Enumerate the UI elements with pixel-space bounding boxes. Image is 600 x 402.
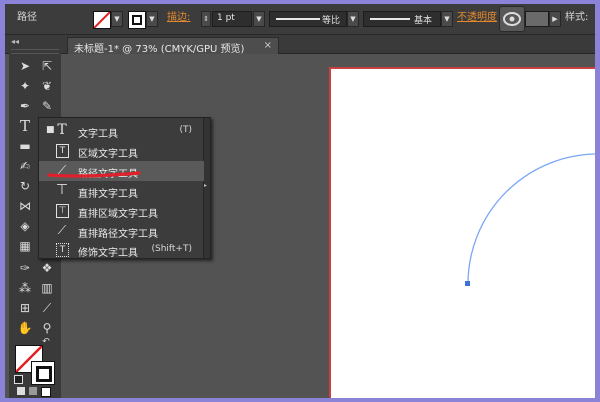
vertical-area-type-tool-icon: ⊤ xyxy=(56,204,69,218)
fill-swatch[interactable] xyxy=(93,11,111,29)
symbol-sprayer-tool-icon[interactable]: ⁂ xyxy=(15,279,35,297)
type-tool-icon: T xyxy=(57,122,67,138)
vertical-type-on-path-tool-icon: ⟋ xyxy=(57,223,67,237)
document-tab[interactable]: 未标题-1* @ 73% (CMYK/GPU 预览) × xyxy=(67,37,279,55)
blend-tool-icon[interactable]: ❖ xyxy=(37,259,57,277)
flyout-item-touch-type-tool[interactable]: T 修饰文字工具 (Shift+T) xyxy=(39,240,204,260)
selection-type-label: 路径 xyxy=(17,12,37,23)
opacity-label[interactable]: 不透明度 xyxy=(457,12,497,24)
shape-builder-tool-icon[interactable]: ◈ xyxy=(15,217,35,235)
color-mode-buttons[interactable] xyxy=(17,387,57,397)
arc-path xyxy=(467,153,595,285)
type-tool-icon[interactable]: T xyxy=(15,117,35,135)
flyout-tearoff-bar[interactable]: ▸ xyxy=(203,118,210,258)
red-underline-annotation xyxy=(47,171,141,178)
flyout-item-vertical-type-tool[interactable]: ⊤ 直排文字工具 xyxy=(39,181,204,201)
perspective-grid-tool-icon[interactable]: ▦ xyxy=(15,237,35,255)
stroke-swatch[interactable] xyxy=(128,11,146,29)
flyout-item-vertical-area-type-tool[interactable]: ⊤ 直排区域文字工具 xyxy=(39,201,204,221)
stroke-weight-input[interactable]: 1 pt xyxy=(212,11,252,27)
opacity-input[interactable] xyxy=(525,11,549,27)
stroke-label[interactable]: 描边: xyxy=(167,12,190,24)
paintbrush-tool-icon[interactable]: ✍ xyxy=(15,157,35,175)
profile-line xyxy=(276,18,320,20)
panel-grip xyxy=(11,49,59,54)
artboard-tool-icon[interactable]: ⊞ xyxy=(15,299,35,317)
flyout-item-vertical-type-on-path-tool[interactable]: ⟋ 直排路径文字工具 xyxy=(39,221,204,241)
canvas-svg xyxy=(465,153,595,286)
zoom-tool-icon[interactable]: ⚲ xyxy=(37,319,57,337)
none-fill-icon xyxy=(94,12,110,28)
variable-width-profile-select[interactable]: 等比 xyxy=(269,11,347,27)
magic-wand-tool-icon[interactable]: ✦ xyxy=(15,77,35,95)
stroke-weight-stepper[interactable]: ⇕ xyxy=(201,11,211,27)
swap-colors-icon[interactable]: ↶ xyxy=(39,337,53,347)
pen-tool-icon[interactable]: ✒ xyxy=(15,97,35,115)
illustrator-window: 路径 ▼ ▼ 描边: ⇕ 1 pt ▼ 等比 ▼ 基本 ▼ 不透明度 ▶ 样式:… xyxy=(5,4,595,398)
eyedropper-tool-icon[interactable]: ✑ xyxy=(15,259,35,277)
slice-tool-icon[interactable]: ⟋ xyxy=(37,299,57,317)
creative-cloud-icon[interactable] xyxy=(499,6,525,32)
document-tab-title: 未标题-1* @ 73% (CMYK/GPU 预览) xyxy=(74,44,245,55)
fill-dropdown-button[interactable]: ▼ xyxy=(111,11,123,27)
rectangle-tool-icon[interactable]: ▬ xyxy=(15,137,35,155)
area-type-tool-icon: T xyxy=(56,144,69,158)
profile-dropdown-button[interactable]: ▼ xyxy=(347,11,359,27)
flyout-item-area-type-tool[interactable]: T 区域文字工具 xyxy=(39,141,204,161)
stroke-weight-dropdown[interactable]: ▼ xyxy=(253,11,265,27)
brush-line xyxy=(370,18,410,20)
path-anchor-point xyxy=(465,281,470,286)
hand-tool-icon[interactable]: ✋ xyxy=(15,319,35,337)
lasso-tool-icon[interactable]: ❦ xyxy=(37,77,57,95)
column-graph-tool-icon[interactable]: ▥ xyxy=(37,279,57,297)
flyout-item-type-tool[interactable]: ■ T 文字工具 (T) xyxy=(39,121,204,141)
control-bar: 路径 ▼ ▼ 描边: ⇕ 1 pt ▼ 等比 ▼ 基本 ▼ 不透明度 ▶ 样式: xyxy=(5,4,595,35)
stroke-dropdown-button[interactable]: ▼ xyxy=(146,11,158,27)
vertical-type-tool-icon: ⊤ xyxy=(55,182,69,198)
active-tool-bullet: ■ xyxy=(46,125,55,135)
touch-type-tool-icon: T xyxy=(56,243,69,257)
stroke-swatch-inner xyxy=(132,15,142,25)
direct-selection-tool-icon[interactable]: ⇱ xyxy=(37,57,57,75)
brush-dropdown-button[interactable]: ▼ xyxy=(441,11,453,27)
curvature-tool-icon[interactable]: ✎ xyxy=(37,97,57,115)
rotate-tool-icon[interactable]: ↻ xyxy=(15,177,35,195)
brush-definition-select[interactable]: 基本 xyxy=(363,11,441,27)
collapse-panel-icon[interactable]: ◂◂ xyxy=(11,37,19,47)
opacity-dropdown-button[interactable]: ▶ xyxy=(549,11,561,27)
close-tab-button[interactable]: × xyxy=(264,40,272,51)
artboard[interactable] xyxy=(329,67,595,398)
type-tools-flyout: ▸ ■ T 文字工具 (T) T 区域文字工具 ⟋ 路径文字工具 ⊤ 直排文字工… xyxy=(38,117,211,259)
default-colors-icon[interactable] xyxy=(14,375,23,384)
stroke-color-box[interactable] xyxy=(31,361,55,385)
style-label: 样式: xyxy=(565,12,589,23)
selection-tool-icon[interactable]: ➤ xyxy=(15,57,35,75)
width-tool-icon[interactable]: ⋈ xyxy=(15,197,35,215)
